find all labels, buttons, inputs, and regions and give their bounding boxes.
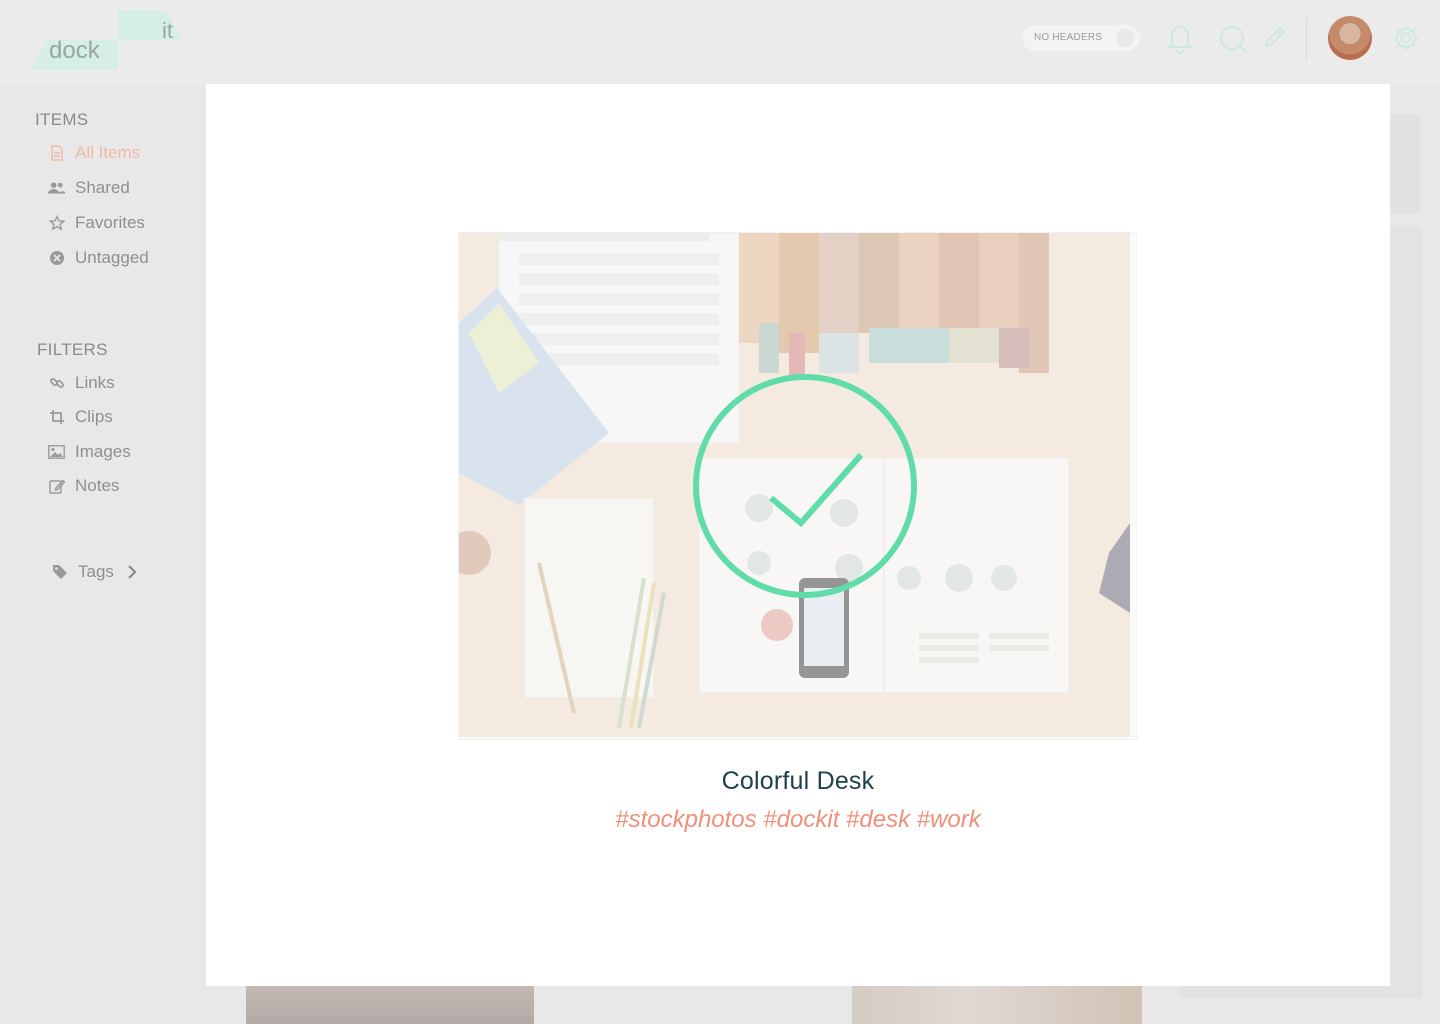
sidebar: ITEMS All Items Shared Favorites Untagge…: [0, 84, 206, 1024]
logo-text-it: it: [162, 18, 173, 43]
sidebar-item-images[interactable]: Images: [48, 440, 131, 464]
document-icon: [48, 145, 65, 162]
users-icon: [48, 180, 65, 197]
sidebar-item-untagged[interactable]: Untagged: [48, 246, 149, 270]
no-headers-toggle[interactable]: NO HEADERS: [1022, 25, 1140, 51]
sidebar-item-label: Images: [75, 442, 131, 461]
bell-icon[interactable]: [1166, 22, 1194, 59]
sidebar-item-notes[interactable]: Notes: [48, 474, 119, 498]
photo-frame: [458, 232, 1137, 740]
sidebar-item-label: Favorites: [75, 213, 145, 232]
item-title: Colorful Desk: [721, 767, 875, 795]
crop-icon: [48, 409, 65, 426]
sidebar-item-favorites[interactable]: Favorites: [48, 211, 145, 235]
sidebar-item-clips[interactable]: Clips: [48, 405, 113, 429]
sidebar-item-label: All Items: [75, 143, 141, 162]
image-icon: [48, 444, 65, 461]
logo-text-dock: dock: [49, 37, 100, 64]
sidebar-item-label: Notes: [75, 476, 120, 495]
edit-icon: [48, 478, 65, 495]
sidebar-item-label: Untagged: [75, 248, 149, 267]
sidebar-item-tags[interactable]: Tags: [51, 560, 141, 584]
sidebar-item-links[interactable]: Links: [48, 371, 115, 395]
chevron-right-icon: [124, 564, 141, 581]
background-card: [1390, 114, 1420, 214]
sidebar-item-all-items[interactable]: All Items: [48, 141, 140, 165]
toggle-knob: [1116, 29, 1134, 47]
app-header: it dock NO HEADERS: [0, 0, 1440, 84]
background-item-thumbnail: [852, 986, 1142, 1024]
link-icon: [48, 375, 65, 392]
item-tags[interactable]: #stockphotos #dockit #desk #work: [206, 806, 1390, 834]
items-section-title: ITEMS: [35, 110, 89, 129]
pencil-icon[interactable]: [1262, 24, 1288, 55]
background-card: [1180, 986, 1422, 998]
star-icon: [48, 215, 65, 232]
background-card: [1390, 226, 1422, 998]
dockit-logo[interactable]: it dock: [30, 10, 182, 70]
item-detail-modal: Colorful Desk #stockphotos #dockit #desk…: [206, 84, 1390, 986]
sidebar-item-shared[interactable]: Shared: [48, 176, 130, 200]
sidebar-item-label: Tags: [78, 562, 114, 581]
item-image[interactable]: [459, 233, 1130, 737]
header-divider: [1306, 18, 1307, 60]
untagged-icon: [48, 250, 65, 267]
sidebar-item-label: Clips: [75, 407, 113, 426]
gear-icon[interactable]: [1392, 24, 1420, 57]
toggle-label: NO HEADERS: [1034, 32, 1103, 43]
search-icon[interactable]: [1218, 24, 1250, 61]
tag-icon: [51, 564, 68, 581]
sidebar-item-label: Links: [75, 373, 115, 392]
background-item-thumbnail: [246, 986, 534, 1024]
filters-section-title: FILTERS: [37, 340, 108, 359]
sidebar-item-label: Shared: [75, 178, 130, 197]
avatar[interactable]: [1328, 16, 1372, 60]
